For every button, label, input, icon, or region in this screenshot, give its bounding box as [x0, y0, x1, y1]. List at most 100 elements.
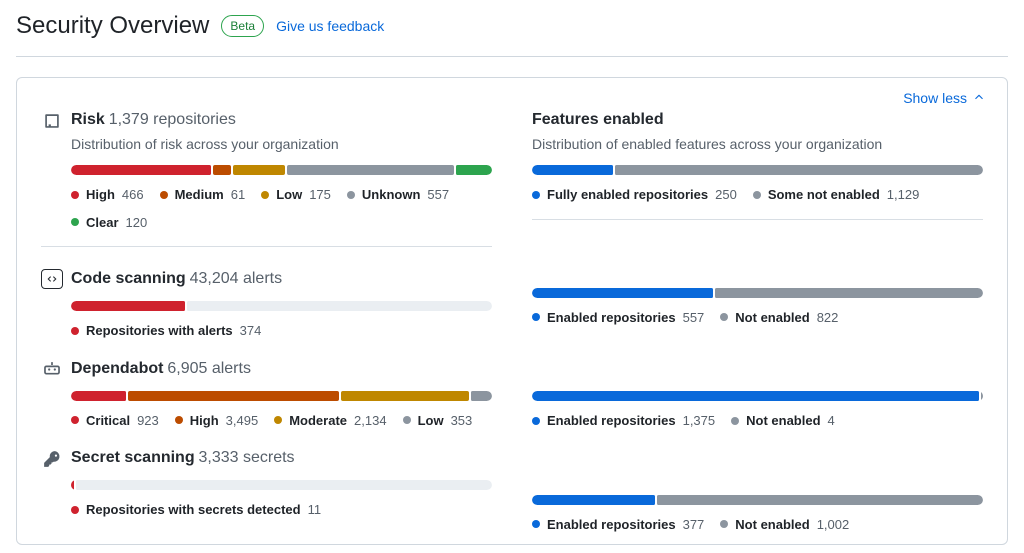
bar-segment [981, 391, 983, 401]
risk-section: Risk 1,379 repositories Distribution of … [41, 94, 492, 232]
legend-label: Low [276, 185, 302, 205]
features-section: Features enabled Distribution of enabled… [532, 94, 983, 205]
legend-item[interactable]: Not enabled4 [731, 411, 835, 431]
legend-dot [175, 416, 183, 424]
legend-item[interactable]: Some not enabled 1,129 [753, 185, 920, 205]
legend-label: High [190, 411, 219, 431]
dependabot-legend: Critical 923 High3,495 Moderate2,134 Low 353 [71, 411, 492, 431]
secret-scanning-bar [71, 480, 492, 490]
legend-item[interactable]: High3,495 [175, 411, 258, 431]
risk-title: Risk [71, 111, 105, 128]
bar-segment-remainder [187, 301, 492, 311]
bar-segment [233, 165, 285, 175]
legend-value: 1,002 [817, 515, 850, 535]
legend-item[interactable]: Critical 923 [71, 411, 159, 431]
legend-value: 557 [683, 308, 705, 328]
features-title: Features enabled [532, 111, 664, 128]
legend-dot [71, 327, 79, 335]
legend-label: Moderate [289, 411, 347, 431]
show-less-label: Show less [903, 88, 967, 109]
legend-value: 1,375 [683, 411, 716, 431]
legend-item[interactable]: Repositories with secrets detected11 [71, 500, 321, 520]
show-less-toggle[interactable]: Show less [903, 88, 985, 109]
secret-scanning-enabled-bar [532, 495, 983, 505]
feedback-link[interactable]: Give us feedback [276, 16, 384, 37]
code-scanning-title: Code scanning [71, 270, 186, 287]
legend-label: High [86, 185, 115, 205]
bar-segment [71, 301, 185, 311]
legend-dot [71, 416, 79, 424]
legend-dot [71, 218, 79, 226]
code-scanning-count: 43,204 alerts [190, 270, 283, 287]
legend-item[interactable]: Moderate2,134 [274, 411, 386, 431]
legend-value: 923 [137, 411, 159, 431]
bar-segment [532, 165, 613, 175]
chevron-up-icon [973, 88, 985, 109]
legend-label: Some not enabled [768, 185, 880, 205]
bar-segment [128, 391, 338, 401]
legend-item[interactable]: High 466 [71, 185, 144, 205]
dependabot-enabled-legend: Enabled repositories1,375 Not enabled4 [532, 411, 983, 431]
risk-count: 1,379 repositories [109, 111, 236, 128]
legend-dot [160, 191, 168, 199]
bar-segment [341, 391, 469, 401]
bar-segment [287, 165, 454, 175]
dependabot-title: Dependabot [71, 360, 163, 377]
legend-value: 466 [122, 185, 144, 205]
bar-segment [71, 165, 211, 175]
legend-item[interactable]: Fully enabled repositories250 [532, 185, 737, 205]
legend-item[interactable]: Low 353 [403, 411, 473, 431]
bar-segment [532, 288, 713, 298]
legend-label: Fully enabled repositories [547, 185, 708, 205]
dependabot-icon [41, 359, 63, 381]
repo-icon [41, 110, 63, 132]
legend-dot [753, 191, 761, 199]
features-subtitle: Distribution of enabled features across … [532, 134, 983, 155]
secret-scanning-legend: Repositories with secrets detected11 [71, 500, 492, 520]
code-scanning-enabled-bar [532, 288, 983, 298]
secret-scanning-enabled-legend: Enabled repositories377 Not enabled 1,002 [532, 515, 983, 535]
bar-segment [213, 165, 231, 175]
code-scanning-icon [41, 269, 63, 289]
code-scanning-section: Code scanning 43,204 alerts Repositories… [41, 253, 492, 341]
bar-segment [71, 480, 74, 490]
legend-item[interactable]: Repositories with alerts374 [71, 321, 261, 341]
legend-label: Critical [86, 411, 130, 431]
dependabot-enabled-bar [532, 391, 983, 401]
secret-scanning-enabled-section: Enabled repositories377 Not enabled 1,002 [532, 433, 983, 535]
legend-item[interactable]: Low 175 [261, 185, 331, 205]
legend-value: 11 [308, 500, 322, 520]
key-icon [41, 448, 63, 470]
legend-value: 175 [309, 185, 331, 205]
legend-value: 353 [451, 411, 473, 431]
code-scanning-bar [71, 301, 492, 311]
legend-dot [71, 191, 79, 199]
legend-item[interactable]: Unknown557 [347, 185, 449, 205]
legend-dot [274, 416, 282, 424]
legend-item[interactable]: Enabled repositories1,375 [532, 411, 715, 431]
bar-segment [532, 495, 655, 505]
bar-segment-remainder [76, 480, 492, 490]
legend-label: Not enabled [735, 515, 809, 535]
legend-value: 120 [126, 213, 148, 233]
legend-dot [720, 520, 728, 528]
legend-item[interactable]: Enabled repositories377 [532, 515, 704, 535]
secret-scanning-title: Secret scanning [71, 449, 195, 466]
legend-item[interactable]: Clear 120 [71, 213, 147, 233]
beta-badge: Beta [221, 15, 264, 37]
legend-label: Low [418, 411, 444, 431]
legend-item[interactable]: Enabled repositories557 [532, 308, 704, 328]
legend-item[interactable]: Medium61 [160, 185, 246, 205]
page-title: Security Overview [16, 8, 209, 44]
code-scanning-legend: Repositories with alerts374 [71, 321, 492, 341]
legend-label: Clear [86, 213, 119, 233]
bar-segment [71, 391, 126, 401]
secret-scanning-count: 3,333 secrets [199, 449, 295, 466]
legend-value: 557 [427, 185, 449, 205]
legend-dot [532, 417, 540, 425]
risk-bar [71, 165, 492, 175]
legend-item[interactable]: Not enabled 1,002 [720, 515, 849, 535]
legend-value: 1,129 [887, 185, 920, 205]
legend-item[interactable]: Not enabled822 [720, 308, 838, 328]
dependabot-section: Dependabot 6,905 alerts Critical923High3… [41, 343, 492, 431]
